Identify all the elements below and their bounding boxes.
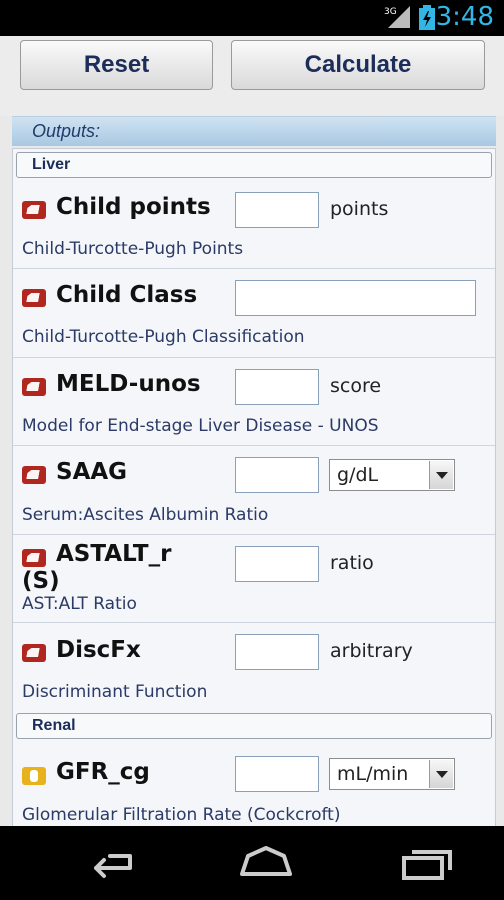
section-header-liver[interactable]: Liver (16, 152, 492, 178)
app-content: Reset Calculate Outputs: Liver Child poi… (0, 36, 504, 826)
output-label: ASTALT_r (56, 541, 172, 567)
section-title: Liver (32, 156, 71, 173)
gfr-cg-field[interactable] (235, 756, 319, 792)
output-row-astalt: ASTALT_r (S) ratio AST:ALT Ratio (13, 535, 495, 623)
saag-field[interactable] (235, 457, 319, 493)
unit-label: ratio (330, 552, 374, 574)
output-description: Glomerular Filtration Rate (Cockcroft) (22, 805, 341, 825)
formula-icon[interactable] (22, 549, 46, 567)
section-title: Renal (32, 717, 76, 734)
formula-icon[interactable] (22, 378, 46, 396)
battery-icon (419, 5, 435, 30)
meld-unos-field[interactable] (235, 369, 319, 405)
calculate-button[interactable]: Calculate (231, 40, 485, 90)
output-label: Child Class (56, 282, 198, 308)
navigation-bar (0, 826, 504, 900)
selected-unit: g/dL (337, 464, 379, 486)
section-header-renal[interactable]: Renal (16, 713, 492, 739)
child-class-field[interactable] (235, 280, 476, 316)
output-label: DiscFx (56, 637, 141, 663)
output-description: Serum:Ascites Albumin Ratio (22, 505, 269, 525)
output-description: Model for End-stage Liver Disease - UNOS (22, 416, 379, 436)
formula-icon[interactable] (22, 466, 46, 484)
clock: 3:48 (435, 2, 494, 32)
output-row-discfx: DiscFx arbitrary Discriminant Function (13, 623, 495, 713)
chevron-down-icon[interactable] (429, 760, 453, 788)
output-row-meld-unos: MELD-unos score Model for End-stage Live… (13, 358, 495, 446)
recent-apps-icon[interactable] (396, 844, 456, 880)
output-label: SAAG (56, 459, 128, 485)
child-points-field[interactable] (235, 192, 319, 228)
unit-label: points (330, 198, 389, 220)
signal-label: 3G (384, 7, 397, 17)
output-label-line2: (S) (22, 568, 60, 594)
outputs-title: Outputs: (32, 121, 101, 141)
output-row-gfr-cg: GFR_cg mL/min Glomerular Filtration Rate… (13, 741, 495, 826)
outputs-panel: Liver Child points points Child-Turcotte… (12, 148, 496, 826)
status-bar: 3G 3:48 (0, 0, 504, 36)
unit-label: arbitrary (330, 640, 413, 662)
output-description: Discriminant Function (22, 682, 208, 702)
output-description: AST:ALT Ratio (22, 594, 137, 614)
kidney-icon[interactable] (22, 767, 46, 785)
home-icon[interactable] (236, 844, 296, 880)
output-row-child-points: Child points points Child-Turcotte-Pugh … (13, 181, 495, 269)
output-label: MELD-unos (56, 371, 201, 397)
output-row-child-class: Child Class Child-Turcotte-Pugh Classifi… (13, 269, 495, 358)
action-bar: Reset Calculate (0, 36, 504, 116)
formula-icon[interactable] (22, 201, 46, 219)
back-icon[interactable] (80, 844, 140, 880)
reset-button[interactable]: Reset (20, 40, 213, 90)
output-description: Child-Turcotte-Pugh Points (22, 239, 244, 259)
discfx-field[interactable] (235, 634, 319, 670)
outputs-header: Outputs: (12, 116, 496, 146)
output-label: GFR_cg (56, 759, 150, 785)
signal-icon: 3G (384, 6, 410, 28)
formula-icon[interactable] (22, 644, 46, 662)
formula-icon[interactable] (22, 289, 46, 307)
unit-select[interactable]: g/dL (329, 459, 455, 491)
output-label: Child points (56, 194, 211, 220)
chevron-down-icon[interactable] (429, 461, 453, 489)
output-description: Child-Turcotte-Pugh Classification (22, 327, 305, 347)
selected-unit: mL/min (337, 763, 409, 785)
unit-select[interactable]: mL/min (329, 758, 455, 790)
output-row-saag: SAAG g/dL Serum:Ascites Albumin Ratio (13, 446, 495, 535)
astalt-field[interactable] (235, 546, 319, 582)
unit-label: score (330, 375, 382, 397)
